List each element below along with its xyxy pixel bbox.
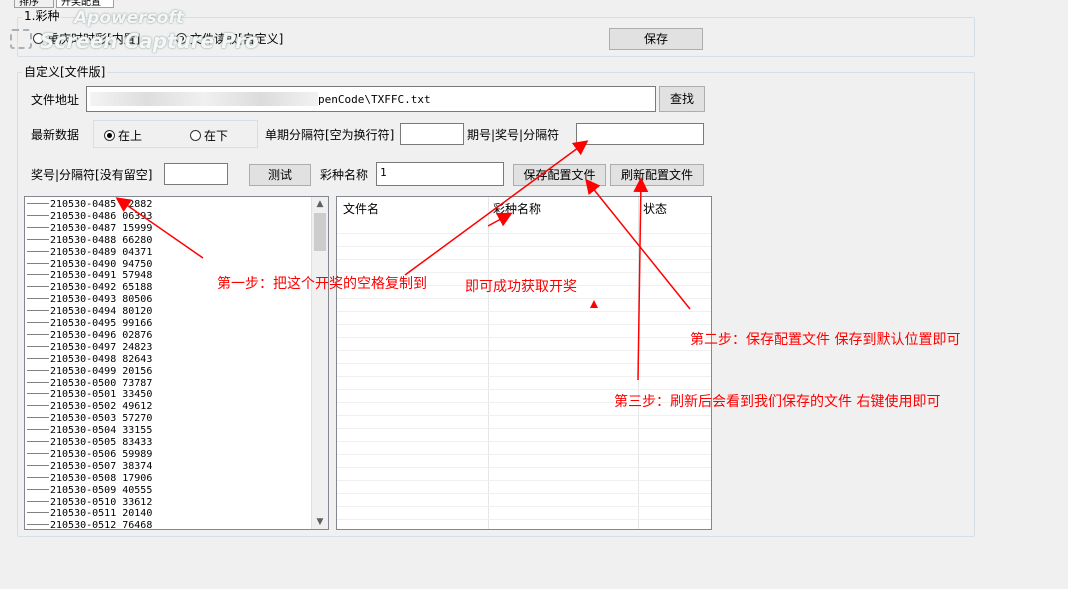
arrow-step2 — [585, 178, 691, 310]
watermark-product: Screen Capture Pro — [40, 29, 259, 53]
cursor-marker-icon — [590, 300, 598, 308]
arrow-step1-small — [487, 212, 513, 227]
annotation-step3: 第三步：刷新后会看到我们保存的文件 右键使用即可 — [614, 394, 941, 410]
watermark-brand: Apowersoft — [74, 8, 184, 28]
arrow-step3 — [633, 177, 649, 381]
annotation-step1: 第一步：把这个开奖的空格复制到 — [217, 276, 427, 292]
arrow-step1-to-list — [115, 197, 204, 259]
watermark-logo-icon — [10, 29, 32, 49]
annotation-step2: 第二步：保存配置文件 保存到默认位置即可 — [690, 332, 961, 348]
arrow-step1-to-separator — [404, 140, 589, 276]
annotation-step1b: 即可成功获取开奖 — [465, 279, 577, 295]
